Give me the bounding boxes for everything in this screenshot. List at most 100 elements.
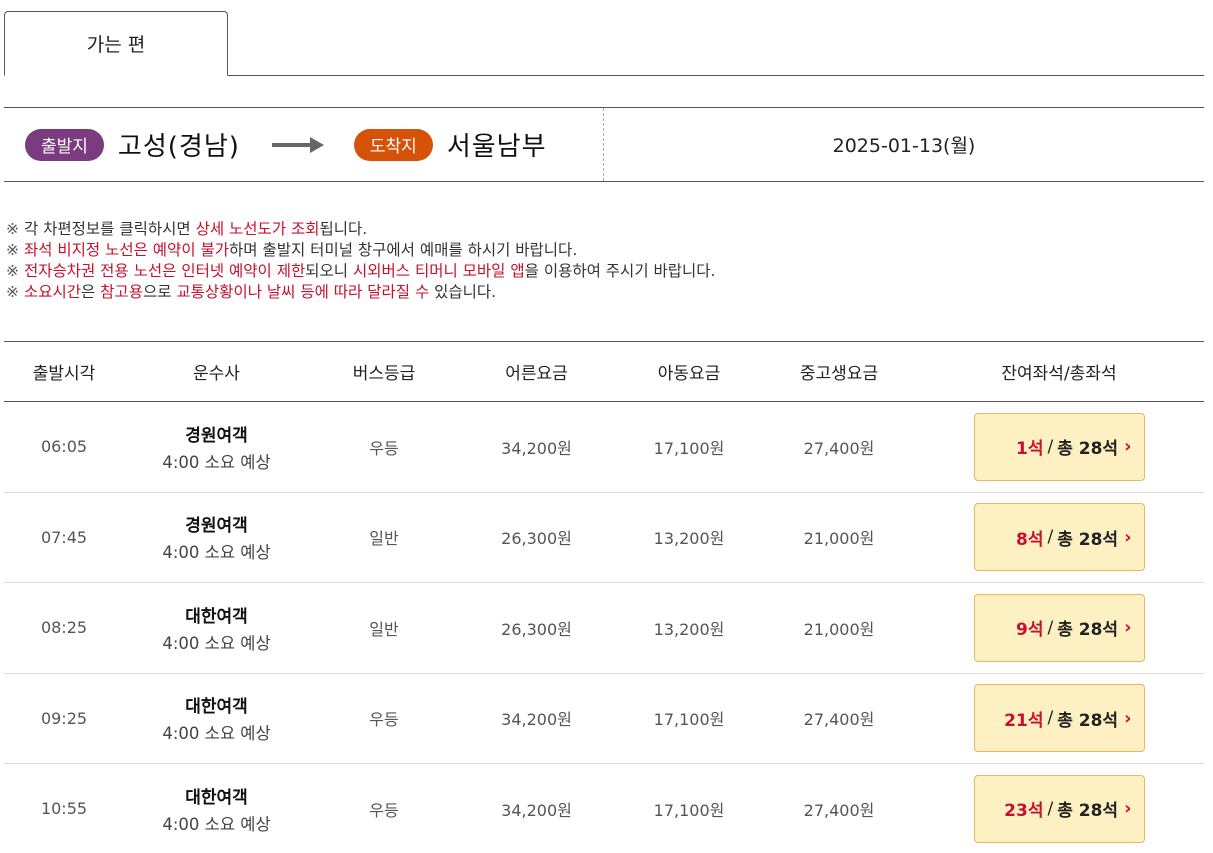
notice-mark: ※ — [6, 262, 19, 280]
seat-separator: / — [1047, 436, 1054, 457]
duration: 4:00 소요 예상 — [162, 724, 271, 744]
seat-select-button[interactable]: 1석 / 총 28석 › — [973, 412, 1145, 481]
notice-mark: ※ — [6, 220, 19, 238]
seat-separator: / — [1047, 708, 1054, 729]
company-cell: 대한여객 4:00 소요 예상 — [124, 783, 309, 835]
departure-terminal: 고성(경남) — [117, 132, 240, 162]
header-departure-time: 출발시각 — [32, 364, 96, 384]
company-name: 경원여객 — [185, 516, 248, 537]
seat-select-button[interactable]: 23석 / 총 28석 › — [973, 774, 1145, 843]
seats-cell: 9석 / 총 28석 › — [914, 593, 1204, 662]
remaining-seats: 9석 — [1016, 620, 1044, 641]
total-seats: 총 28석 — [1057, 710, 1119, 731]
company-name: 대한여객 — [185, 606, 248, 627]
table-row[interactable]: 10:55 대한여객 4:00 소요 예상 우등 34,200원 17,100원… — [4, 764, 1204, 853]
notice-highlight: 교통상황이나 날씨 등에 따라 달라질 수 — [176, 283, 430, 301]
duration: 4:00 소요 예상 — [162, 814, 271, 834]
seats-cell: 8석 / 총 28석 › — [914, 503, 1204, 572]
table-header: 출발시각 운수사 버스등급 어른요금 아동요금 중고생요금 잔여좌석/총좌석 — [4, 342, 1204, 402]
teen-fare: 21,000원 — [803, 529, 875, 549]
notice-mark: ※ — [6, 283, 19, 301]
seats-cell: 21석 / 총 28석 › — [914, 684, 1204, 753]
notice-text: 으로 — [142, 283, 177, 301]
departure-time: 07:45 — [40, 527, 88, 547]
remaining-seats: 21석 — [1004, 710, 1044, 731]
notice-text: 있습니다. — [429, 283, 497, 301]
chevron-right-icon: › — [1124, 798, 1132, 820]
teen-fare: 21,000원 — [803, 619, 875, 639]
notice-item: ※ 전자승차권 전용 노선은 인터넷 예약이 제한되오니 시외버스 티머니 모바… — [6, 261, 715, 282]
right-arrow-icon — [271, 136, 324, 153]
header-bus-grade: 버스등급 — [352, 364, 416, 384]
route-info: 출발지 고성(경남) 도착지 서울남부 2025-01-13(월) — [4, 107, 1204, 182]
bus-grade: 우등 — [369, 710, 399, 730]
notice-highlight: 좌석 비지정 노선은 예약이 불가 — [23, 241, 230, 259]
adult-fare: 34,200원 — [501, 800, 572, 820]
child-fare: 17,100원 — [653, 800, 725, 820]
notice-text: 각 차편정보를 클릭하시면 — [23, 220, 196, 238]
child-fare: 17,100원 — [653, 710, 725, 730]
seat-select-button[interactable]: 9석 / 총 28석 › — [973, 593, 1145, 662]
table-row[interactable]: 08:25 대한여객 4:00 소요 예상 일반 26,300원 13,200원… — [4, 583, 1204, 674]
notice-text: 됩니다. — [319, 220, 368, 238]
notice-highlight: 상세 노선도가 조회 — [195, 220, 320, 238]
seats-cell: 1석 / 총 28석 › — [914, 412, 1204, 481]
departure-time: 09:25 — [40, 708, 88, 728]
adult-fare: 26,300원 — [501, 529, 572, 549]
header-company: 운수사 — [193, 364, 240, 384]
company-cell: 경원여객 4:00 소요 예상 — [124, 421, 309, 473]
departure-time: 06:05 — [40, 437, 88, 457]
remaining-seats: 8석 — [1016, 529, 1044, 550]
table-row[interactable]: 07:45 경원여객 4:00 소요 예상 일반 26,300원 13,200원… — [4, 493, 1204, 583]
adult-fare: 26,300원 — [501, 619, 572, 639]
adult-fare: 34,200원 — [501, 710, 572, 730]
notice-text: 은 — [80, 283, 101, 301]
total-seats: 총 28석 — [1057, 620, 1119, 641]
child-fare: 13,200원 — [653, 529, 725, 549]
company-cell: 대한여객 4:00 소요 예상 — [124, 602, 309, 654]
travel-date: 2025-01-13(월) — [832, 135, 976, 157]
notice-text: 을 이용하여 주시기 바랍니다. — [524, 262, 716, 280]
notice-text: 하며 출발지 터미널 창구에서 예매를 하시기 바랍니다. — [229, 241, 578, 259]
notice-text: 되오니 — [305, 262, 353, 280]
chevron-right-icon: › — [1124, 436, 1132, 458]
notice-item: ※ 좌석 비지정 노선은 예약이 불가하며 출발지 터미널 창구에서 예매를 하… — [6, 240, 715, 261]
departure-badge: 출발지 — [25, 128, 104, 161]
header-adult-fare: 어른요금 — [505, 364, 568, 384]
tab-outbound-label: 가는 편 — [86, 34, 146, 56]
seat-separator: / — [1047, 798, 1054, 819]
arrival-terminal: 서울남부 — [446, 132, 547, 162]
teen-fare: 27,400원 — [803, 800, 875, 820]
notice-highlight: 소요시간 — [23, 283, 81, 301]
schedule-table: 출발시각 운수사 버스등급 어른요금 아동요금 중고생요금 잔여좌석/총좌석 0… — [4, 341, 1204, 853]
table-row[interactable]: 09:25 대한여객 4:00 소요 예상 우등 34,200원 17,100원… — [4, 674, 1204, 764]
notice-item: ※ 각 차편정보를 클릭하시면 상세 노선도가 조회됩니다. — [6, 219, 715, 240]
departure-time: 08:25 — [40, 618, 88, 638]
child-fare: 17,100원 — [653, 438, 725, 458]
notice-mark: ※ — [6, 241, 19, 259]
header-teen-fare: 중고생요금 — [799, 364, 879, 384]
arrival-badge: 도착지 — [353, 128, 433, 161]
tab-outbound[interactable]: 가는 편 — [4, 11, 228, 76]
duration: 4:00 소요 예상 — [162, 633, 271, 653]
table-row[interactable]: 06:05 경원여객 4:00 소요 예상 우등 34,200원 17,100원… — [4, 402, 1204, 493]
seat-select-button[interactable]: 8석 / 총 28석 › — [973, 503, 1145, 572]
company-name: 대한여객 — [185, 787, 248, 808]
chevron-right-icon: › — [1124, 617, 1132, 639]
teen-fare: 27,400원 — [803, 710, 875, 730]
company-cell: 경원여객 4:00 소요 예상 — [124, 511, 309, 563]
child-fare: 13,200원 — [653, 619, 725, 639]
remaining-seats: 1석 — [1016, 439, 1044, 460]
chevron-right-icon: › — [1124, 526, 1132, 548]
notice-list: ※ 각 차편정보를 클릭하시면 상세 노선도가 조회됩니다. ※ 좌석 비지정 … — [6, 219, 715, 303]
header-seats: 잔여좌석/총좌석 — [1001, 364, 1117, 384]
notice-highlight: 시외버스 티머니 모바일 앱 — [352, 262, 525, 280]
notice-highlight: 전자승차권 전용 노선은 인터넷 예약이 제한 — [23, 262, 306, 280]
bus-grade: 우등 — [369, 438, 399, 458]
chevron-right-icon: › — [1124, 707, 1132, 729]
adult-fare: 34,200원 — [501, 438, 572, 458]
seats-cell: 23석 / 총 28석 › — [914, 774, 1204, 843]
company-cell: 대한여객 4:00 소요 예상 — [124, 692, 309, 744]
seat-select-button[interactable]: 21석 / 총 28석 › — [973, 684, 1145, 753]
company-name: 경원여객 — [185, 425, 248, 446]
